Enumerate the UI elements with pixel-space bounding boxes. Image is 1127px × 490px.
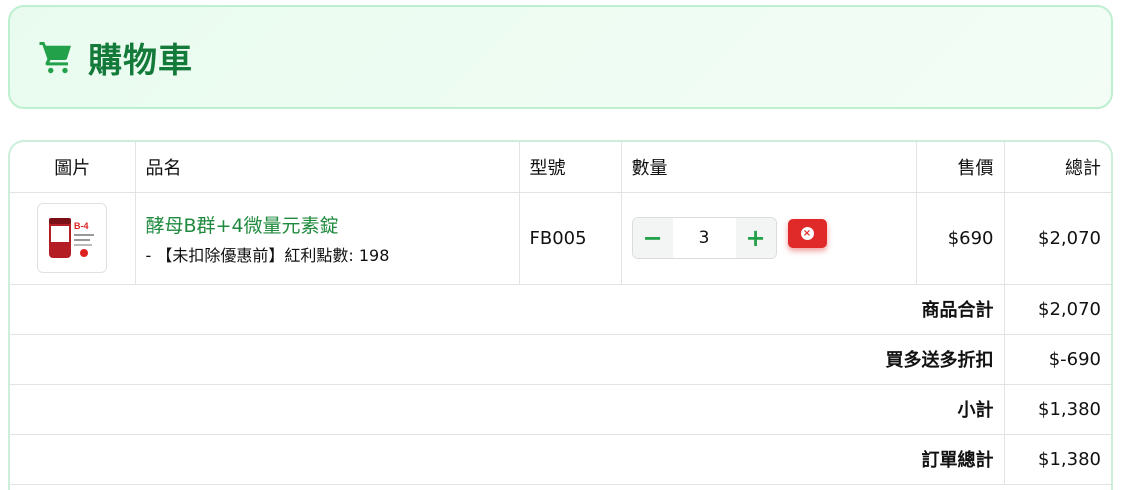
column-header-total: 總計 bbox=[1004, 142, 1111, 193]
decrease-quantity-button[interactable]: − bbox=[632, 218, 673, 258]
increase-quantity-button[interactable]: + bbox=[735, 218, 776, 258]
quantity-cell: − 3 + × bbox=[621, 192, 917, 285]
summary-label: 小計 bbox=[10, 384, 1005, 435]
cart-header: 購物車 bbox=[8, 5, 1113, 109]
unit-price: $690 bbox=[916, 192, 1005, 285]
quantity-stepper[interactable]: − 3 + bbox=[631, 217, 777, 259]
line-total: $2,070 bbox=[1004, 192, 1111, 285]
close-icon: × bbox=[800, 226, 814, 240]
shopping-cart-icon bbox=[38, 39, 74, 75]
product-name-cell: 酵母B群+4微量元素錠 - 【未扣除優惠前】紅利點數: 198 bbox=[135, 192, 520, 285]
svg-text:B-4: B-4 bbox=[74, 221, 89, 231]
page-title: 購物車 bbox=[88, 40, 193, 81]
summary-row-order-total: 訂單總計 $1,380 bbox=[10, 434, 1111, 485]
summary-row-subtotal-items: 商品合計 $2,070 bbox=[10, 284, 1111, 335]
summary-value: $1,380 bbox=[1004, 384, 1111, 435]
column-header-name: 品名 bbox=[135, 142, 520, 193]
column-header-model: 型號 bbox=[519, 142, 622, 193]
summary-value: $2,070 bbox=[1004, 284, 1111, 335]
product-thumbnail[interactable]: B-4 bbox=[37, 203, 108, 273]
summary-row-subtotal: 小計 $1,380 bbox=[10, 384, 1111, 435]
product-image-cell: B-4 bbox=[10, 192, 136, 285]
column-header-quantity: 數量 bbox=[621, 142, 917, 193]
table-header-row: 圖片 品名 型號 數量 售價 總計 bbox=[10, 142, 1111, 193]
summary-label: 訂單總計 bbox=[10, 434, 1005, 485]
column-header-image: 圖片 bbox=[10, 142, 136, 193]
remove-item-button[interactable]: × bbox=[787, 218, 827, 248]
product-model: FB005 bbox=[519, 192, 622, 285]
bonus-points-note: - 【未扣除優惠前】紅利點數: 198 bbox=[145, 245, 390, 265]
quantity-input[interactable]: 3 bbox=[673, 228, 736, 248]
column-header-price: 售價 bbox=[916, 142, 1005, 193]
summary-label: 買多送多折扣 bbox=[10, 334, 1005, 385]
table-row: B-4 酵母B群+4微量元素錠 - 【未扣除優惠前】紅利點數: 198 FB00… bbox=[10, 192, 1111, 285]
product-name-link[interactable]: 酵母B群+4微量元素錠 bbox=[146, 211, 509, 238]
summary-value: $-690 bbox=[1004, 334, 1111, 385]
cart-table: 圖片 品名 型號 數量 售價 總計 B-4 酵母B群+4微量元素錠 - 【未扣除… bbox=[8, 140, 1113, 490]
summary-value: $1,380 bbox=[1004, 434, 1111, 485]
summary-label: 商品合計 bbox=[10, 284, 1005, 335]
summary-row-discount: 買多送多折扣 $-690 bbox=[10, 334, 1111, 385]
